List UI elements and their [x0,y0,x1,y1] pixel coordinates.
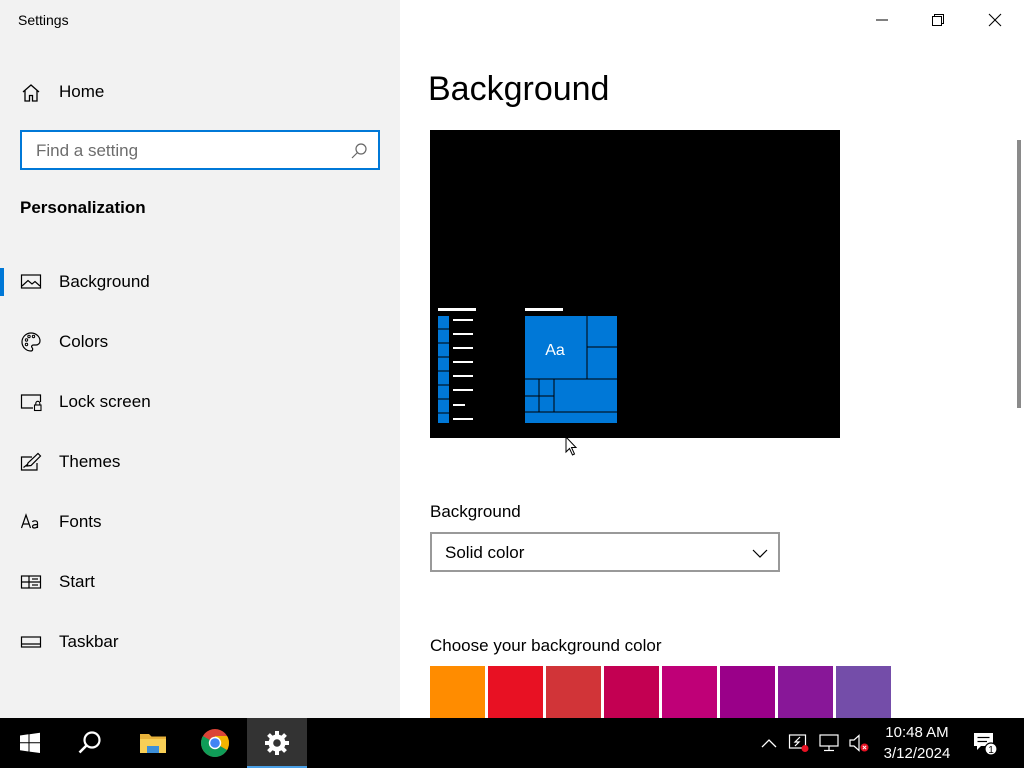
file-explorer-button[interactable] [123,718,183,768]
show-hidden-icons-button[interactable] [758,732,780,754]
volume-tray-button[interactable] [848,732,870,754]
dropdown-value: Solid color [445,543,525,562]
scrollbar[interactable] [1017,140,1021,408]
minimize-button[interactable] [853,0,910,40]
color-swatch[interactable] [662,666,717,718]
desktop-preview: Aa [430,130,840,438]
close-icon [988,13,1001,27]
home-link[interactable]: Home [0,72,400,112]
themes-icon [20,452,42,471]
clock-date: 3/12/2024 [883,745,951,762]
sidebar: Settings Home Personalization Background [0,0,400,718]
app-title: Settings [18,12,69,28]
taskbar-icon [20,636,42,648]
home-label: Home [59,82,105,101]
search-box[interactable] [20,130,380,170]
sidebar-item-lock-screen[interactable]: Lock screen [0,382,400,422]
color-swatch[interactable] [604,666,659,718]
sidebar-item-fonts[interactable]: Fonts [0,502,400,542]
taskbar: 10:48 AM 3/12/2024 1 [0,718,1024,768]
sidebar-item-background[interactable]: Background [0,262,400,302]
color-swatch[interactable] [778,666,833,718]
sidebar-item-colors[interactable]: Colors [0,322,400,362]
picture-icon [20,274,42,289]
sidebar-item-themes[interactable]: Themes [0,442,400,482]
background-field-label: Background [430,502,521,521]
clock[interactable]: 10:48 AM 3/12/2024 [874,722,960,764]
sidebar-item-label: Colors [59,332,109,351]
color-swatch[interactable] [546,666,601,718]
palette-icon [21,332,41,352]
settings-icon [265,731,289,755]
action-center-button[interactable]: 1 [972,730,998,756]
sidebar-item-label: Lock screen [59,392,151,411]
start-icon [20,575,42,589]
clock-time: 10:48 AM [885,724,949,741]
network-icon [819,734,839,752]
file-explorer-icon [140,734,166,753]
security-tray-button[interactable] [788,732,810,754]
preview-illustration: Aa [438,308,617,423]
sidebar-item-label: Background [59,272,150,291]
network-tray-button[interactable] [818,732,840,754]
color-swatch[interactable] [430,666,485,718]
preview-sample-text: Aa [545,342,565,359]
mouse-cursor-icon [565,436,578,456]
start-button[interactable] [0,718,60,768]
chevron-down-icon [752,549,768,558]
background-type-dropdown[interactable]: Solid color [430,532,780,572]
settings-taskbar-button[interactable] [247,718,307,768]
sidebar-item-label: Themes [59,452,121,471]
minimize-icon [875,19,888,21]
search-icon [78,731,101,754]
notification-icon: 1 [974,733,998,756]
settings-window: Settings Home Personalization Background [0,0,1024,718]
section-title: Personalization [20,198,146,217]
sidebar-item-label: Fonts [59,512,102,531]
home-icon [22,84,40,102]
sidebar-item-label: Start [59,572,95,591]
sidebar-item-start[interactable]: Start [0,562,400,602]
page-title: Background [428,70,610,108]
security-icon [788,734,809,752]
search-icon[interactable] [350,142,368,160]
chrome-button[interactable] [185,718,245,768]
color-swatch[interactable] [836,666,891,718]
sidebar-item-label: Taskbar [59,632,119,651]
chevron-up-icon [761,739,777,748]
taskbar-search-button[interactable] [60,718,120,768]
color-section-label: Choose your background color [430,636,662,655]
lock-screen-icon [20,394,42,412]
close-button[interactable] [966,0,1023,40]
restore-button[interactable] [909,0,966,40]
windows-logo-icon [20,732,40,753]
color-swatch[interactable] [720,666,775,718]
color-swatch[interactable] [488,666,543,718]
fonts-icon [20,513,39,529]
sidebar-item-taskbar[interactable]: Taskbar [0,622,400,662]
volume-muted-icon [849,734,869,752]
notification-count: 1 [988,745,994,756]
restore-icon [931,14,944,26]
search-input[interactable] [36,140,336,162]
chrome-icon [201,729,229,757]
color-swatch-grid [430,666,891,718]
